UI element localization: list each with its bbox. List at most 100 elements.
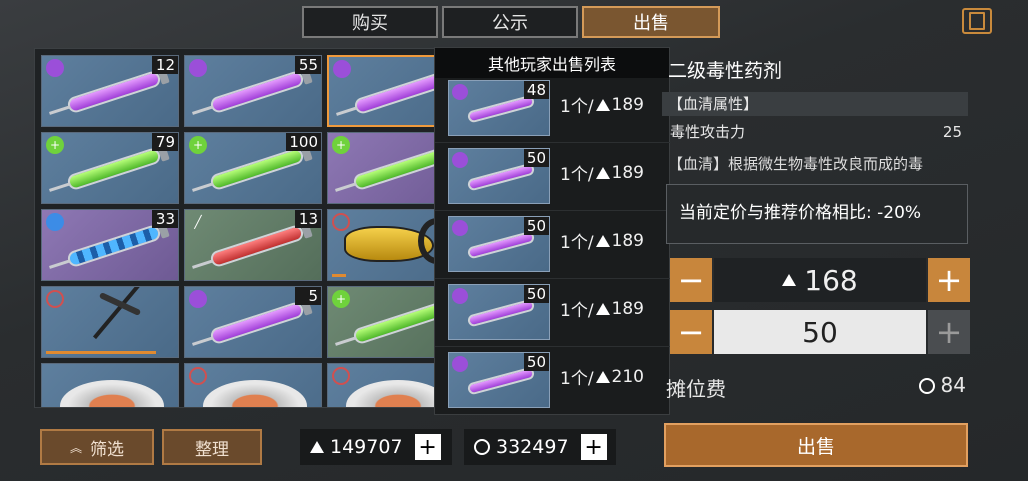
inventory-slot[interactable]: 55 (184, 55, 322, 127)
stack-count-badge: 13 (295, 210, 321, 228)
price-increase-button[interactable]: + (928, 258, 970, 302)
listing-unit: 1个/ (560, 97, 594, 117)
durability-bar (46, 351, 156, 354)
listing-price: 1个/189 (560, 160, 644, 186)
listing-price: 1个/189 (560, 228, 644, 254)
tab-sell[interactable]: 出售 (582, 6, 720, 38)
attribute-header: 【血清属性】 (662, 92, 968, 116)
skull-icon (46, 59, 64, 77)
stall-fee-value: 84 (940, 373, 966, 397)
blue-serum-syringe-icon (65, 223, 163, 269)
quantity-increase-button[interactable]: + (928, 310, 970, 354)
inventory-slot[interactable] (41, 363, 179, 407)
tab-notice[interactable]: 公示 (442, 6, 578, 38)
inventory-slot[interactable]: +79 (41, 132, 179, 204)
gold-icon (595, 166, 610, 179)
gold-icon (595, 370, 610, 383)
price-stepper: − 168 + (670, 258, 970, 302)
no-trade-icon (189, 367, 207, 385)
listing-amount: 210 (611, 366, 644, 387)
item-description: 【血清】根据微生物毒性改良而成的毒 (668, 155, 924, 173)
listing-row[interactable]: 50 1个/189 (448, 216, 668, 272)
quantity-value[interactable]: 50 (714, 310, 926, 354)
skull-icon (333, 60, 351, 78)
heart-plus-icon: + (46, 136, 64, 154)
inventory-slot[interactable]: +100 (184, 132, 322, 204)
stack-count-badge: 48 (523, 81, 549, 99)
coin-icon (474, 439, 490, 455)
stack-count-badge: 50 (523, 285, 549, 303)
add-gold-button[interactable]: + (414, 434, 441, 460)
stack-count-badge: 50 (523, 217, 549, 235)
inventory-grid: 12 55 +79 +100 +33 ╱ 13 5 + (41, 55, 435, 407)
green-serum-syringe-icon (351, 146, 435, 192)
skull-icon (452, 288, 468, 304)
inventory-slot[interactable] (41, 286, 179, 358)
skull-icon (189, 59, 207, 77)
green-serum-syringe-icon (65, 146, 163, 192)
filter-button[interactable]: ︽ 筛选 (40, 429, 154, 465)
inventory-slot[interactable] (327, 209, 435, 281)
listing-row[interactable]: 50 1个/189 (448, 148, 668, 204)
price-value-box[interactable]: 168 (714, 258, 926, 302)
food-plate-icon (346, 380, 435, 407)
listing-thumbnail: 50 (448, 284, 550, 340)
stack-count-badge: 12 (152, 56, 178, 74)
listing-divider (435, 142, 671, 143)
inventory-slot[interactable] (327, 55, 435, 127)
listing-unit: 1个/ (560, 301, 594, 321)
skull-icon (452, 356, 468, 372)
food-plate-icon (203, 380, 307, 407)
listing-amount: 189 (611, 230, 644, 251)
listing-thumbnail: 50 (448, 148, 550, 204)
inventory-slot[interactable]: + (327, 286, 435, 358)
heart-plus-icon: + (189, 136, 207, 154)
purple-serum-syringe-icon (352, 70, 435, 116)
listing-unit: 1个/ (560, 165, 594, 185)
add-coin-button[interactable]: + (580, 434, 607, 460)
gold-amount: 149707 (330, 436, 403, 458)
inventory-slot[interactable] (184, 363, 322, 407)
inventory-panel: 12 55 +79 +100 +33 ╱ 13 5 + (34, 48, 436, 408)
quantity-decrease-button[interactable]: − (670, 310, 712, 354)
price-value: 168 (804, 263, 858, 297)
listing-unit: 1个/ (560, 369, 594, 389)
listing-thumbnail: 48 (448, 80, 550, 136)
shield-icon (46, 213, 64, 231)
listing-row[interactable]: 48 1个/189 (448, 80, 668, 136)
inventory-slot[interactable]: ╱ 13 (184, 209, 322, 281)
stack-count-badge: 33 (152, 210, 178, 228)
purple-serum-syringe-icon (208, 69, 306, 115)
item-detail-panel: 二级毒性药剂 【血清属性】 毒性攻击力 25 【血清】根据微生物毒性改良而成的毒… (662, 48, 970, 408)
skull-icon (452, 84, 468, 100)
inventory-slot[interactable] (327, 363, 435, 407)
gold-icon (595, 302, 610, 315)
clipboard-icon[interactable] (962, 8, 992, 34)
purple-serum-syringe-icon (208, 300, 306, 346)
listing-amount: 189 (611, 162, 644, 183)
gold-icon (782, 274, 797, 286)
gold-icon (595, 234, 610, 247)
tab-bar: 购买 公示 出售 (302, 6, 720, 38)
listing-row[interactable]: 50 1个/189 (448, 284, 668, 340)
inventory-slot[interactable]: + (327, 132, 435, 204)
sell-button[interactable]: 出售 (664, 423, 968, 467)
inventory-slot[interactable]: 33 (41, 209, 179, 281)
price-decrease-button[interactable]: − (670, 258, 712, 302)
stack-count-badge: 55 (295, 56, 321, 74)
green-serum-syringe-icon (208, 146, 306, 192)
no-trade-icon (46, 290, 64, 308)
inventory-slot[interactable]: 5 (184, 286, 322, 358)
sort-button[interactable]: 整理 (162, 429, 262, 465)
red-serum-syringe-icon (208, 223, 306, 269)
stack-count-badge: 50 (523, 149, 549, 167)
blood-drop-icon: ╱ (194, 215, 202, 229)
listing-thumbnail: 50 (448, 216, 550, 272)
quantity-stepper: − 50 + (670, 310, 970, 354)
listing-row[interactable]: 50 1个/210 (448, 352, 668, 408)
green-serum-syringe-icon (351, 300, 435, 346)
inventory-slot[interactable]: 12 (41, 55, 179, 127)
tab-buy[interactable]: 购买 (302, 6, 438, 38)
gold-currency: 149707 + (300, 429, 452, 465)
attribute-row: 毒性攻击力 25 (662, 120, 968, 144)
